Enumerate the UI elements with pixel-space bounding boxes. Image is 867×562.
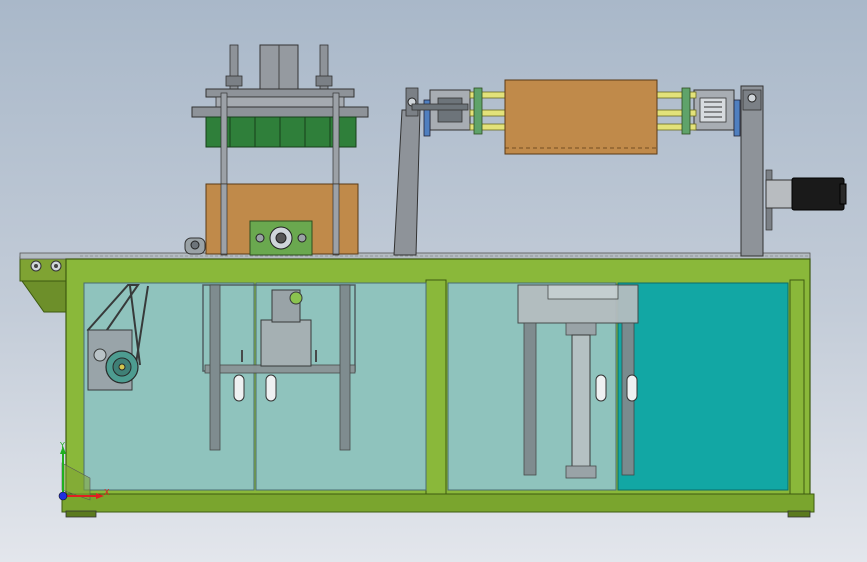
valve-icon: [289, 291, 303, 305]
door-handle-icon: [265, 374, 277, 402]
door-handle-icon: [233, 374, 245, 402]
machine-front-view: Y X: [19, 44, 847, 518]
film-unwinder-assembly: [393, 79, 847, 257]
axis-y-label: Y: [59, 441, 65, 450]
guide-roller: [184, 237, 206, 255]
cad-viewport[interactable]: Y X: [0, 0, 867, 562]
door-handle-icon: [595, 374, 607, 402]
servo-motor: [791, 177, 845, 211]
forming-press-assembly: [191, 44, 369, 256]
door-handle-icon: [626, 374, 638, 402]
pneumatic-cylinder: [260, 319, 312, 367]
axis-x-label: X: [104, 488, 110, 497]
film-roll: [504, 79, 658, 155]
vertical-cylinder: [571, 334, 591, 468]
